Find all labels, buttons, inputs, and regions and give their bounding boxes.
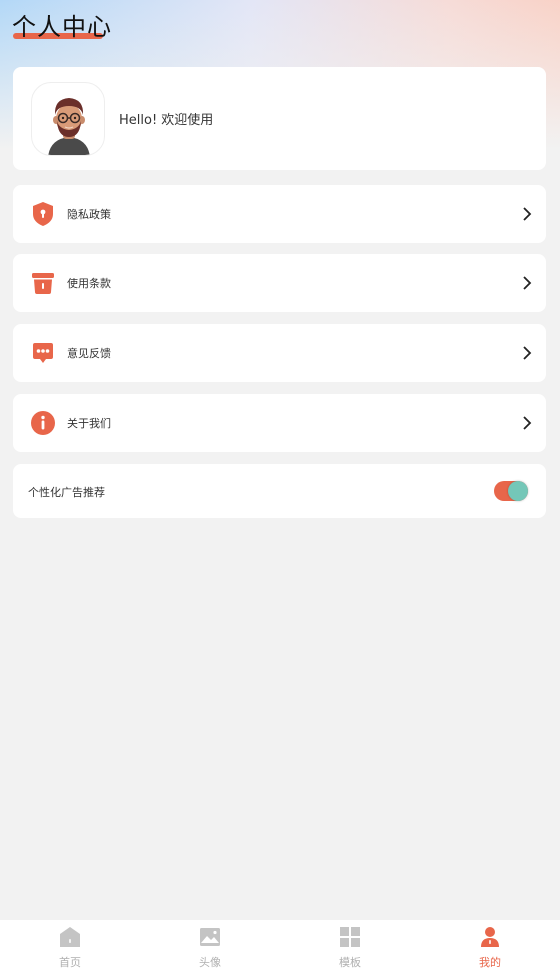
- tab-avatar[interactable]: 头像: [140, 920, 280, 970]
- page-title-area: 个人中心: [12, 12, 112, 42]
- greeting-text: Hello! 欢迎使用: [119, 113, 214, 128]
- menu-item-about-us[interactable]: 关于我们: [13, 394, 546, 452]
- terms-icon: [32, 273, 54, 294]
- personalized-ads-row: 个性化广告推荐: [13, 464, 546, 518]
- grid-icon: [340, 927, 360, 947]
- shield-icon: [33, 202, 53, 226]
- feedback-icon: [33, 343, 53, 363]
- personalized-ads-toggle[interactable]: [494, 481, 528, 501]
- menu-item-label: 意见反馈: [67, 347, 111, 360]
- menu-item-feedback[interactable]: 意见反馈: [13, 324, 546, 382]
- tab-home[interactable]: 首页: [0, 920, 140, 970]
- menu-item-label: 使用条款: [67, 277, 111, 290]
- menu-item-label: 隐私政策: [67, 208, 111, 221]
- tab-label: 首页: [59, 956, 81, 969]
- toggle-knob: [508, 481, 528, 501]
- menu-item-label: 关于我们: [67, 417, 111, 430]
- home-icon: [60, 927, 80, 947]
- info-icon: [31, 411, 55, 435]
- chevron-right-icon: [523, 346, 532, 360]
- user-icon: [481, 927, 499, 947]
- menu-item-terms-of-use[interactable]: 使用条款: [13, 254, 546, 312]
- avatar[interactable]: [31, 82, 105, 156]
- image-icon: [200, 928, 220, 946]
- tab-label: 我的: [479, 956, 501, 969]
- tab-label: 模板: [339, 956, 361, 969]
- menu-item-privacy-policy[interactable]: 隐私政策: [13, 185, 546, 243]
- tab-mine[interactable]: 我的: [420, 920, 560, 970]
- profile-card: Hello! 欢迎使用: [13, 67, 546, 170]
- chevron-right-icon: [523, 416, 532, 430]
- tab-label: 头像: [199, 956, 221, 969]
- chevron-right-icon: [523, 207, 532, 221]
- page-title: 个人中心: [12, 13, 112, 41]
- tab-templates[interactable]: 模板: [280, 920, 420, 970]
- avatar-illustration: [48, 98, 90, 155]
- bottom-tab-bar: 首页 头像 模板 我的: [0, 920, 560, 970]
- chevron-right-icon: [523, 276, 532, 290]
- personalized-ads-label: 个性化广告推荐: [28, 486, 105, 499]
